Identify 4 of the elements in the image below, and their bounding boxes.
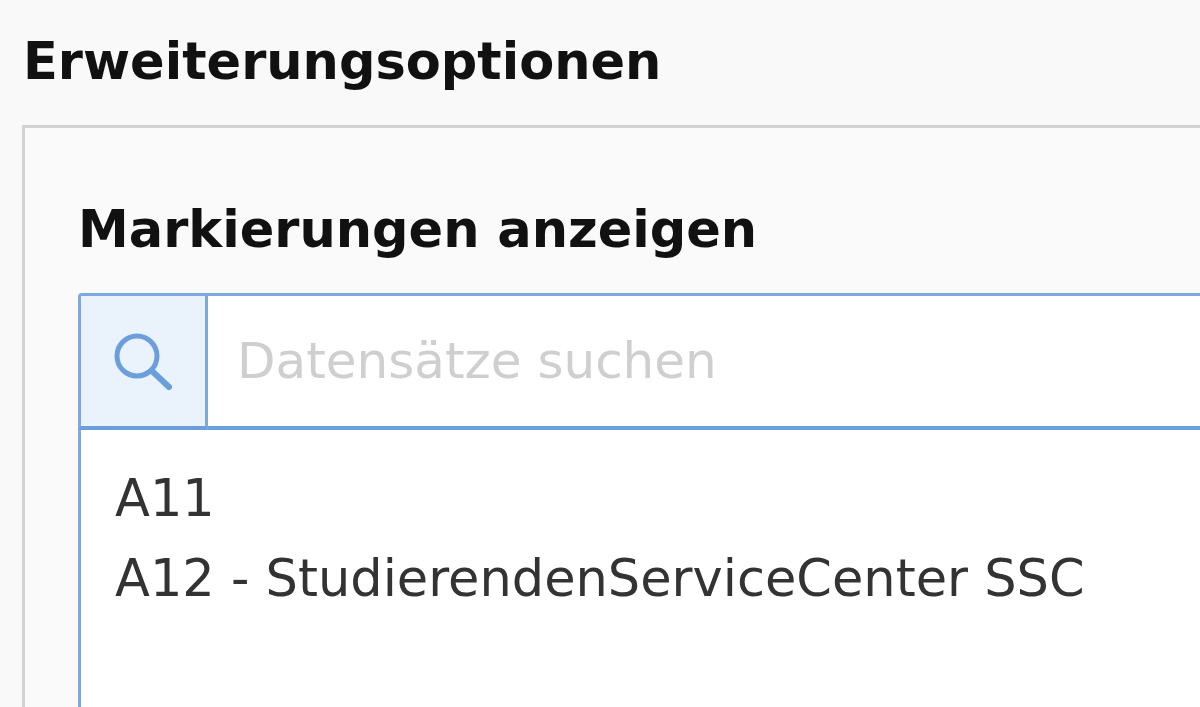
list-item[interactable]: A12 - StudierendenServiceCenter SSC: [115, 539, 1085, 619]
list-item[interactable]: A11: [115, 459, 215, 539]
section-title: Erweiterungsoptionen: [23, 31, 662, 93]
field-label: Markierungen anzeigen: [78, 199, 758, 261]
